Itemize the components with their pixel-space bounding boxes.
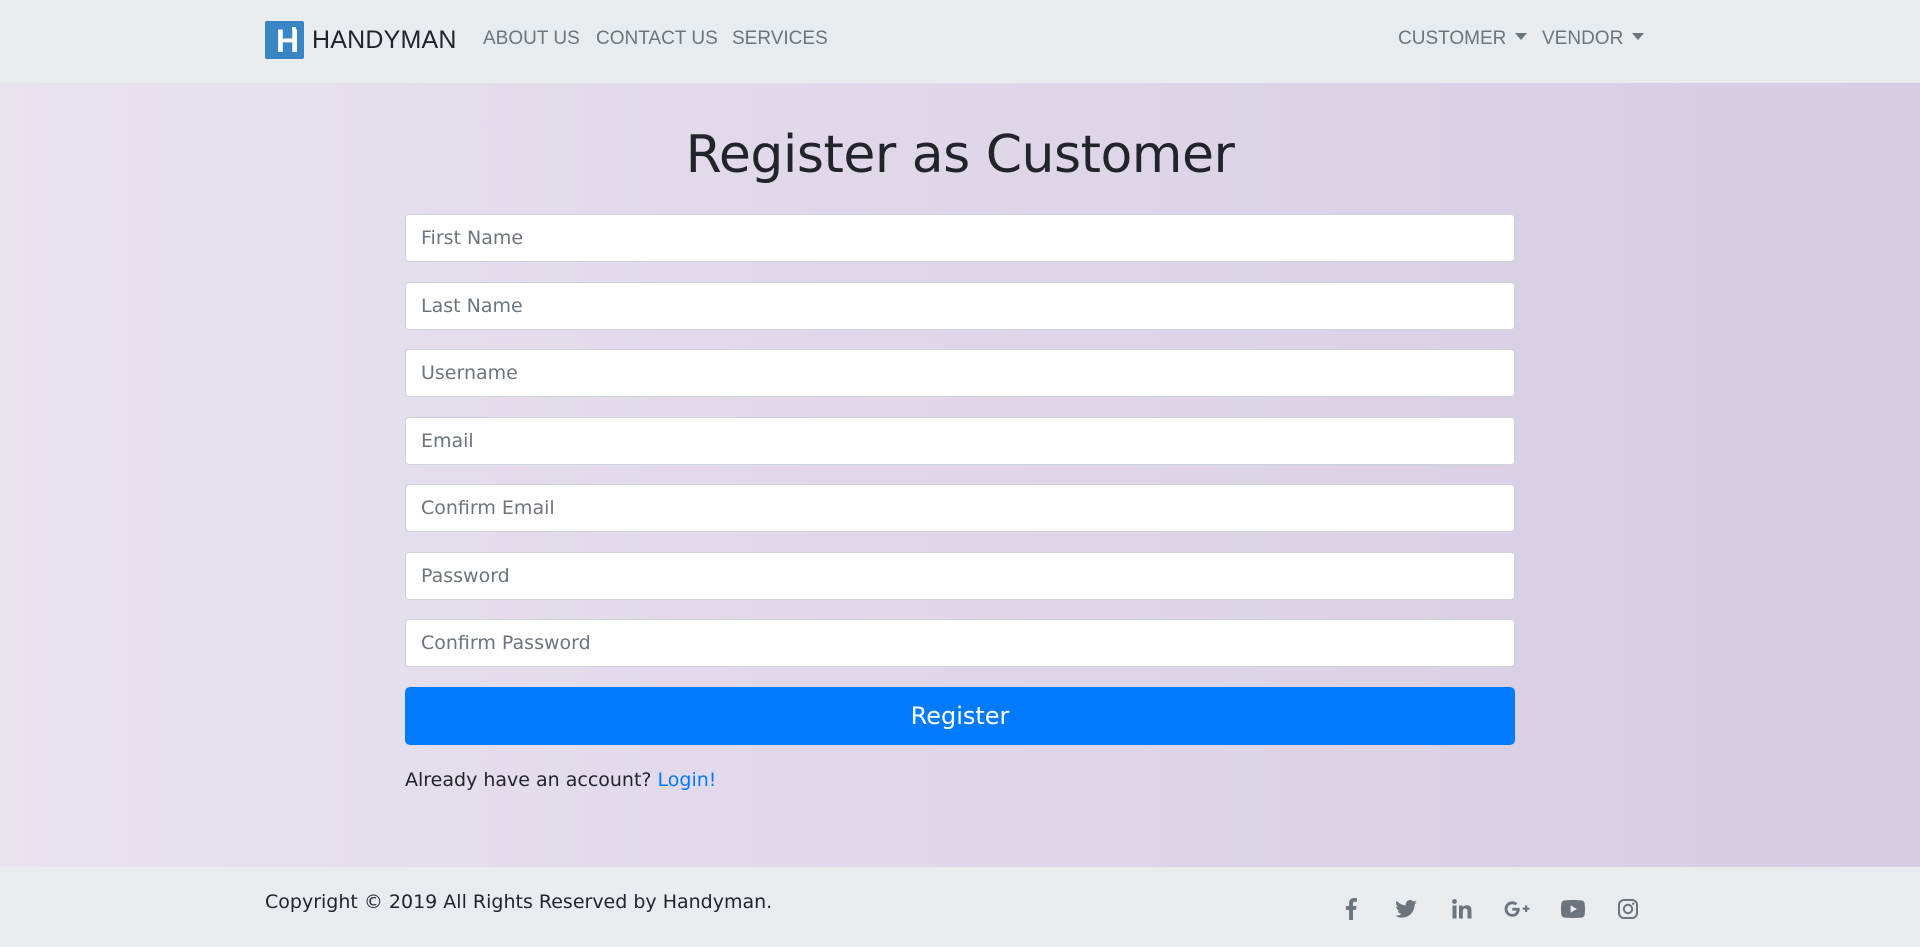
twitter-icon[interactable] [1392, 895, 1420, 923]
brand-name: HANDYMAN [312, 25, 457, 54]
brand-link[interactable]: H HANDYMAN [265, 21, 457, 59]
customer-dropdown[interactable]: CUSTOMER [1398, 28, 1528, 50]
youtube-icon[interactable] [1559, 895, 1587, 923]
vendor-dropdown[interactable]: VENDOR [1542, 28, 1645, 50]
nav-services[interactable]: SERVICES [732, 28, 828, 50]
instagram-icon[interactable] [1614, 895, 1642, 923]
vendor-dropdown-label: VENDOR [1542, 28, 1624, 49]
top-navbar: H HANDYMAN ABOUT US CONTACT US SERVICES … [0, 0, 1920, 83]
facebook-icon[interactable] [1337, 895, 1365, 923]
page-title: Register as Customer [685, 125, 1235, 185]
handyman-logo-icon: H [265, 21, 304, 59]
nav-about-us[interactable]: ABOUT US [483, 28, 580, 50]
linkedin-icon[interactable] [1448, 895, 1476, 923]
google-plus-icon[interactable] [1503, 895, 1531, 923]
password-input[interactable] [405, 552, 1515, 600]
register-button[interactable]: Register [405, 687, 1515, 745]
registration-section: Register as Customer Register Already ha… [0, 83, 1920, 867]
caret-down-icon [1515, 33, 1528, 40]
copyright-text: Copyright © 2019 All Rights Reserved by … [265, 891, 773, 913]
footer: Copyright © 2019 All Rights Reserved by … [0, 867, 1920, 947]
confirm-password-input[interactable] [405, 619, 1515, 667]
customer-dropdown-label: CUSTOMER [1398, 28, 1507, 49]
nav-contact-us[interactable]: CONTACT US [596, 28, 718, 50]
login-prompt: Already have an account? Login! [405, 769, 716, 791]
first-name-input[interactable] [405, 214, 1515, 262]
username-input[interactable] [405, 349, 1515, 397]
confirm-email-input[interactable] [405, 484, 1515, 532]
login-prompt-text: Already have an account? [405, 769, 652, 791]
caret-down-icon [1632, 33, 1645, 40]
login-link[interactable]: Login! [658, 769, 717, 791]
last-name-input[interactable] [405, 282, 1515, 330]
email-input[interactable] [405, 417, 1515, 465]
